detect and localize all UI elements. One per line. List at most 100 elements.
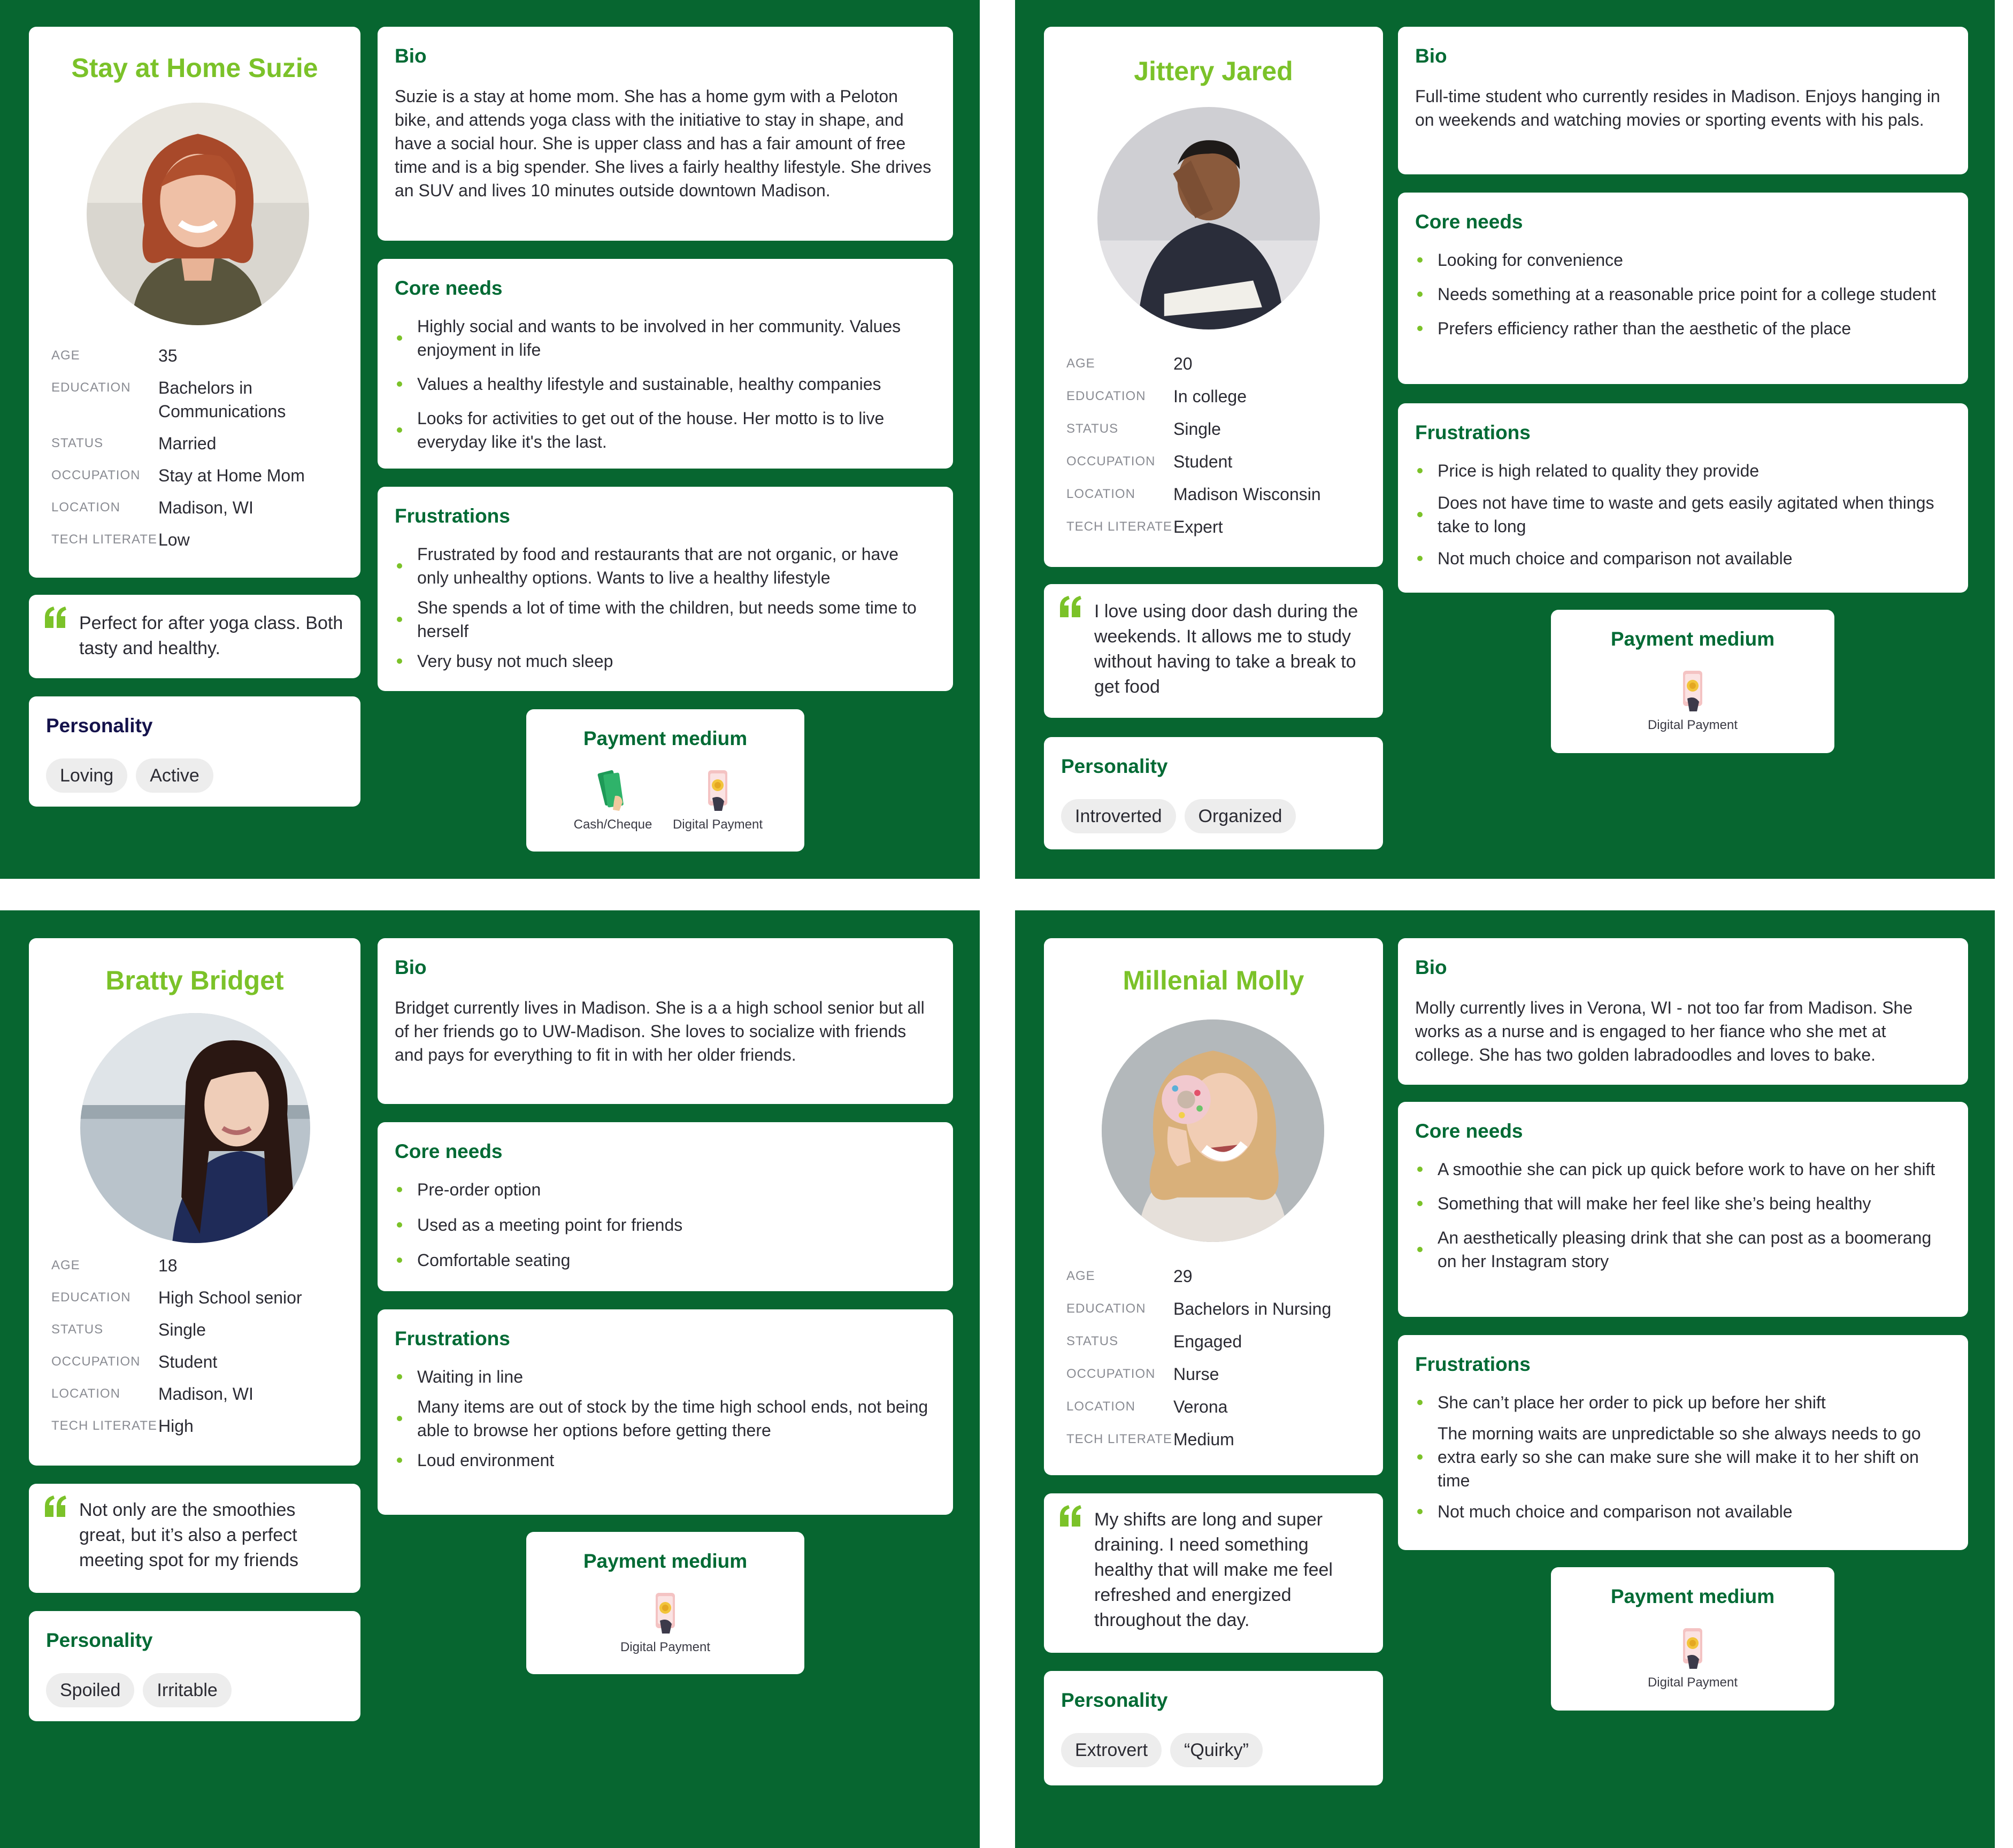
list-item: She can’t place her order to pick up bef… [1415,1391,1947,1414]
detail-value: Single [158,1320,206,1339]
personality-tags: Extrovert “Quirky” [1061,1733,1263,1767]
list-item: Many items are out of stock by the time … [395,1395,932,1442]
detail-label: EDUCATION [1066,1301,1146,1316]
detail-row-tech: TECH LITERATE Expert [1066,515,1373,548]
payment-heading: Payment medium [583,1550,748,1572]
detail-row-occupation: OCCUPATION Stay at Home Mom [51,464,351,496]
detail-row-education: EDUCATION High School senior [51,1286,351,1318]
quote-card: My shifts are long and super draining. I… [1044,1493,1383,1653]
payment-methods: Cash/Cheque Digital Payment [526,768,804,832]
payment-card: Payment medium Digital Payment [1551,610,1834,753]
core-needs-heading: Core needs [395,277,503,299]
frustrations-list: Price is high related to quality they pr… [1415,459,1947,570]
detail-value: Student [1173,452,1233,471]
digital-payment-icon [1683,671,1702,711]
detail-value: High School senior [158,1288,302,1307]
detail-label: TECH LITERATE [51,1418,157,1433]
personality-tags: Loving Active [46,758,213,793]
detail-label: LOCATION [51,500,120,515]
detail-value: In college [1173,387,1247,406]
payment-method-digital: Digital Payment [1634,669,1751,733]
detail-label: LOCATION [51,1386,120,1401]
list-item: Needs something at a reasonable price po… [1415,282,1947,306]
bio-heading: Bio [395,956,427,978]
list-item: Looks for activities to get out of the h… [395,407,932,454]
personality-card: Personality Spoiled Irritable [29,1611,360,1721]
bio-card: Bio Full-time student who currently resi… [1398,27,1968,174]
payment-method-digital: Digital Payment [672,768,763,832]
details-list: AGE 20 EDUCATION In college STATUS Single O… [1066,352,1373,548]
payment-label: Digital Payment [1647,718,1738,732]
digital-payment-icon [656,1593,675,1634]
detail-label: OCCUPATION [51,1354,141,1369]
digital-payment-icon [708,770,727,811]
detail-row-tech: TECH LITERATE Low [51,528,351,560]
list-item: Frustrated by food and restaurants that … [395,542,932,589]
bio-text: Suzie is a stay at home mom. She has a h… [395,87,932,200]
bio-text: Molly currently lives in Verona, WI - no… [1415,998,1913,1064]
frustrations-card: Frustrations Waiting in line Many items … [378,1309,953,1515]
frustrations-list: Frustrated by food and restaurants that … [395,542,932,673]
detail-value: 18 [158,1256,178,1275]
detail-value: Nurse [1173,1364,1219,1384]
payment-card: Payment medium Digital Payment [1551,1567,1834,1711]
detail-value: Madison Wisconsin [1173,485,1321,504]
profile-card: Bratty Bridget AGE 18 EDUCATION High Schoo… [29,938,360,1466]
detail-row-tech: TECH LITERATE Medium [1066,1428,1373,1460]
persona-name: Bratty Bridget [105,965,284,995]
detail-value: Verona [1173,1397,1228,1416]
frustrations-list: Waiting in line Many items are out of st… [395,1365,932,1472]
detail-row-age: AGE 35 [51,344,351,376]
persona-photo [1102,1019,1324,1242]
bio-heading: Bio [1415,45,1447,67]
detail-label: LOCATION [1066,487,1135,501]
profile-card: Jittery Jared AGE 20 EDUCATION In college … [1044,27,1383,567]
core-needs-heading: Core needs [1415,211,1523,233]
quote-mark-icon [1060,596,1081,617]
personality-heading: Personality [46,715,153,737]
core-needs-card: Core needs Looking for convenience Needs… [1398,193,1968,384]
quote-mark-icon [1060,1505,1081,1527]
list-item: Waiting in line [395,1365,932,1389]
personality-tag: Organized [1184,799,1296,833]
persona-photo [1097,107,1320,329]
details-list: AGE 35 EDUCATION Bachelors in Communicatio… [51,344,351,560]
payment-method-digital: Digital Payment [606,1591,724,1655]
detail-row-occupation: OCCUPATION Student [1066,450,1373,482]
frustrations-heading: Frustrations [395,1328,510,1349]
persona-panel-bridget: Bratty Bridget AGE 18 EDUCATION High Schoo… [0,910,980,1848]
frustrations-heading: Frustrations [395,505,510,527]
payment-label: Digital Payment [672,817,763,832]
personality-heading: Personality [46,1629,153,1651]
detail-label: EDUCATION [51,1290,131,1305]
quote-card: Perfect for after yoga class. Both tasty… [29,595,360,678]
personality-tag: “Quirky” [1170,1733,1263,1767]
detail-value: 20 [1173,354,1193,373]
bio-text: Full-time student who currently resides … [1415,87,1940,129]
bio-card: Bio Suzie is a stay at home mom. She has… [378,27,953,241]
detail-label: TECH LITERATE [51,532,157,547]
detail-row-age: AGE 20 [1066,352,1373,385]
detail-row-location: LOCATION Madison Wisconsin [1066,482,1373,515]
personality-tag: Spoiled [46,1673,135,1707]
detail-row-status: STATUS Single [1066,417,1373,450]
quote-mark-icon [45,1496,66,1517]
personality-heading: Personality [1061,1689,1168,1711]
detail-label: TECH LITERATE [1066,519,1172,534]
detail-label: AGE [51,1258,80,1272]
personality-heading: Personality [1061,755,1168,777]
list-item: An aesthetically pleasing drink that she… [1415,1226,1947,1273]
list-item: Something that will make her feel like s… [1415,1192,1947,1215]
payment-method-digital: Digital Payment [1634,1626,1751,1690]
personality-tag: Extrovert [1061,1733,1162,1767]
detail-value: Stay at Home Mom [158,466,305,485]
detail-label: EDUCATION [51,380,131,395]
detail-label: OCCUPATION [1066,454,1156,469]
detail-label: STATUS [1066,1334,1119,1348]
list-item: Prefers efficiency rather than the aesth… [1415,317,1947,340]
list-item: A smoothie she can pick up quick before … [1415,1157,1947,1181]
detail-label: TECH LITERATE [1066,1432,1172,1446]
bio-heading: Bio [1415,956,1447,978]
quote-mark-icon [45,607,66,628]
detail-row-education: EDUCATION Bachelors in Communications [51,376,351,432]
